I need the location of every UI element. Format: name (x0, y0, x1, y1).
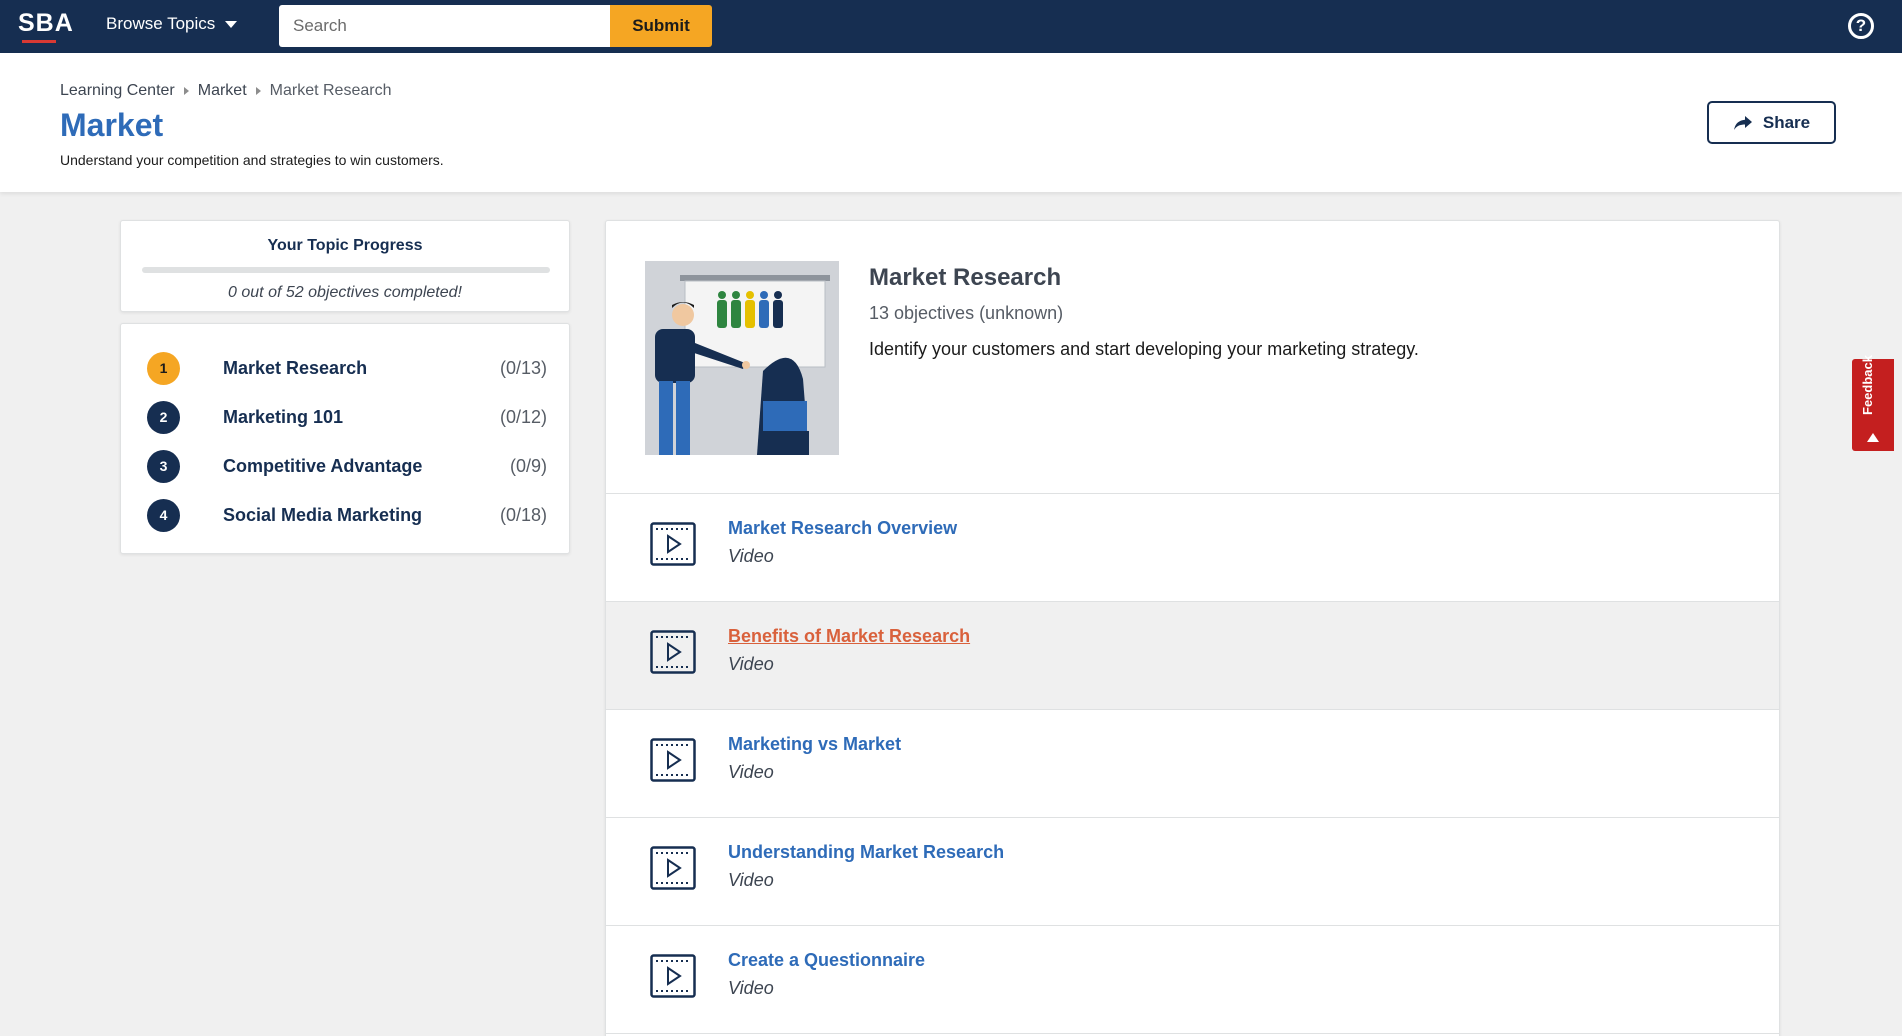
intro-title: Market Research (869, 264, 1062, 291)
share-arrow-icon (1733, 115, 1752, 130)
topic-count: (0/13) (499, 357, 547, 378)
topic-item-marketing-101[interactable]: 2 Marketing 101 (0/12) (147, 400, 547, 434)
topic-number-badge: 2 (147, 400, 180, 434)
lesson-type: Video (728, 546, 774, 566)
topic-label: Market Research (223, 357, 368, 378)
lesson-title-link[interactable]: Benefits of Market Research (728, 626, 970, 647)
lesson-title-link[interactable]: Market Research Overview (728, 518, 957, 539)
lesson-title-link[interactable]: Create a Questionnaire (728, 950, 925, 971)
intro-description: Identify your customers and start develo… (869, 339, 1419, 359)
chevron-down-icon (225, 20, 238, 28)
page-subtitle: Understand your competition and strategi… (60, 152, 444, 168)
progress-title: Your Topic Progress (267, 237, 423, 254)
lesson-type: Video (728, 978, 774, 998)
lesson-item[interactable]: Understanding Market Research Video (606, 818, 1779, 926)
topic-count: (0/12) (499, 406, 547, 427)
video-play-icon (650, 846, 696, 890)
lesson-item[interactable]: Market Research Overview Video (606, 494, 1779, 602)
topic-item-market-research[interactable]: 1 Market Research (0/13) (147, 351, 547, 385)
breadcrumb-separator-icon (183, 87, 189, 95)
lesson-item[interactable]: Benefits of Market Research Video (606, 602, 1779, 710)
presentation-illustration (645, 261, 839, 455)
topic-count: (0/9) (509, 455, 547, 476)
topic-label: Social Media Marketing (223, 504, 423, 525)
feedback-label: Feedback (1860, 355, 1875, 415)
browse-topics-button[interactable]: Browse Topics (106, 14, 238, 34)
page-title: Market (60, 107, 164, 143)
search-input[interactable] (279, 5, 610, 47)
lesson-type: Video (728, 762, 774, 782)
lesson-type: Video (728, 654, 774, 674)
topics-list: 1 Market Research (0/13) 2 Marketing 101… (120, 323, 570, 554)
topic-content-card: Market Research 13 objectives (unknown) … (605, 220, 1780, 1036)
topic-count: (0/18) (499, 504, 547, 525)
lesson-title-link[interactable]: Understanding Market Research (728, 842, 1004, 863)
breadcrumb: Learning Center Market Market Research (60, 82, 391, 100)
topic-item-competitive-advantage[interactable]: 3 Competitive Advantage (0/9) (147, 449, 547, 483)
progress-text: 0 out of 52 objectives completed! (228, 284, 462, 301)
topic-number-badge: 3 (147, 449, 180, 483)
topic-progress-card: Your Topic Progress 0 out of 52 objectiv… (120, 220, 570, 312)
share-label: Share (1762, 112, 1811, 132)
video-play-icon (650, 630, 696, 674)
logo-text: SBA (18, 9, 74, 37)
topic-label: Marketing 101 (223, 406, 344, 427)
topic-number-badge: 1 (147, 351, 180, 385)
lesson-item[interactable]: Marketing vs Market Video (606, 710, 1779, 818)
intro-objectives-count: 13 objectives (unknown) (869, 303, 1064, 323)
breadcrumb-market[interactable]: Market (198, 82, 247, 100)
lesson-type: Video (728, 870, 774, 890)
arrow-up-icon (1867, 433, 1879, 442)
video-play-icon (650, 738, 696, 782)
feedback-tab[interactable]: Feedback (1852, 355, 1894, 451)
topic-number-badge: 4 (147, 498, 180, 532)
logo-accent-line (22, 40, 56, 43)
lesson-title-link[interactable]: Marketing vs Market (728, 734, 901, 755)
breadcrumb-learning-center[interactable]: Learning Center (60, 82, 175, 100)
page-header: Learning Center Market Market Research M… (0, 53, 1902, 192)
share-button[interactable]: Share (1707, 101, 1836, 144)
topic-label: Competitive Advantage (223, 455, 423, 476)
help-icon[interactable]: ? (1848, 13, 1874, 39)
lesson-item[interactable]: Create a Questionnaire Video (606, 926, 1779, 1034)
video-play-icon (650, 954, 696, 998)
topic-item-social-media-marketing[interactable]: 4 Social Media Marketing (0/18) (147, 498, 547, 532)
topic-intro: Market Research 13 objectives (unknown) … (606, 221, 1779, 494)
top-nav: SBA Browse Topics Submit ? (0, 0, 1902, 53)
sba-logo[interactable]: SBA (18, 9, 73, 45)
breadcrumb-current: Market Research (269, 82, 392, 99)
breadcrumb-separator-icon (255, 87, 261, 95)
browse-topics-label: Browse Topics (106, 14, 216, 33)
video-play-icon (650, 522, 696, 566)
progress-bar (142, 267, 550, 273)
submit-button[interactable]: Submit (610, 5, 712, 47)
